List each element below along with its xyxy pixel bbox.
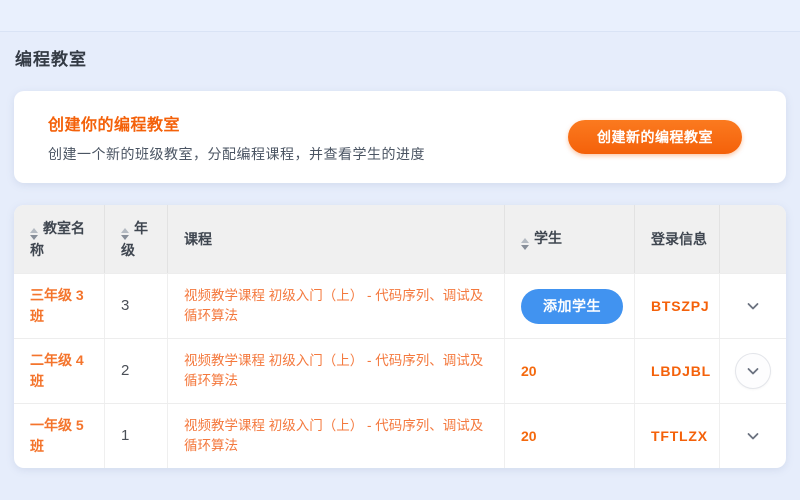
column-label: 学生 [534, 230, 562, 246]
login-code: LBDJBL [635, 339, 720, 403]
column-header-students[interactable]: 学生 [505, 205, 635, 273]
course-link[interactable]: 视频教学课程 初级入门（上） - 代码序列、调试及循环算法 [168, 404, 505, 468]
column-label: 教室名称 [30, 220, 85, 258]
column-header-classroom-name[interactable]: 教室名称 [14, 205, 105, 273]
sort-icon [121, 228, 129, 240]
students-cell: 添加学生 [505, 274, 635, 338]
column-label: 课程 [184, 231, 212, 247]
expand-row-button[interactable] [735, 353, 771, 389]
table-row: 三年级 3班 3 视频教学课程 初级入门（上） - 代码序列、调试及循环算法 添… [14, 273, 786, 338]
chevron-down-icon [745, 363, 761, 379]
course-link[interactable]: 视频教学课程 初级入门（上） - 代码序列、调试及循环算法 [168, 339, 505, 403]
sort-icon [30, 228, 38, 240]
login-code: BTSZPJ [635, 274, 720, 338]
banner-title: 创建你的编程教室 [48, 111, 425, 135]
table-row: 二年级 4班 2 视频教学课程 初级入门（上） - 代码序列、调试及循环算法 2… [14, 338, 786, 403]
top-bar [0, 0, 800, 32]
classroom-name-link[interactable]: 三年级 3班 [14, 274, 105, 338]
add-students-button[interactable]: 添加学生 [521, 289, 623, 324]
expander-cell [720, 404, 786, 468]
column-header-grade[interactable]: 年级 [105, 205, 168, 273]
course-link[interactable]: 视频教学课程 初级入门（上） - 代码序列、调试及循环算法 [168, 274, 505, 338]
table-row: 一年级 5班 1 视频教学课程 初级入门（上） - 代码序列、调试及循环算法 2… [14, 403, 786, 468]
classrooms-table: 教室名称 年级 课程 学生 登录信息 [14, 205, 786, 468]
classrooms-page: 编程教室 创建你的编程教室 创建一个新的班级教室，分配编程课程，并查看学生的进度… [0, 45, 800, 468]
classroom-name-link[interactable]: 一年级 5班 [14, 404, 105, 468]
expand-row-button[interactable] [735, 418, 771, 454]
expand-row-button[interactable] [735, 288, 771, 324]
student-count: 20 [505, 404, 635, 468]
classroom-name-link[interactable]: 二年级 4班 [14, 339, 105, 403]
student-count: 20 [505, 339, 635, 403]
table-body: 三年级 3班 3 视频教学课程 初级入门（上） - 代码序列、调试及循环算法 添… [14, 273, 786, 468]
expander-cell [720, 339, 786, 403]
chevron-down-icon [745, 428, 761, 444]
sort-icon [521, 238, 529, 250]
column-header-course: 课程 [168, 205, 505, 273]
table-header: 教室名称 年级 课程 学生 登录信息 [14, 205, 786, 273]
column-label: 登录信息 [651, 231, 707, 247]
page-title: 编程教室 [15, 45, 786, 70]
grade-value: 1 [105, 404, 168, 468]
table-header-row: 教室名称 年级 课程 学生 登录信息 [14, 205, 786, 273]
chevron-down-icon [745, 298, 761, 314]
column-header-login-info: 登录信息 [635, 205, 720, 273]
grade-value: 2 [105, 339, 168, 403]
create-classroom-banner: 创建你的编程教室 创建一个新的班级教室，分配编程课程，并查看学生的进度 创建新的… [14, 91, 786, 183]
column-header-expander [720, 205, 786, 273]
banner-subtitle: 创建一个新的班级教室，分配编程课程，并查看学生的进度 [48, 144, 425, 164]
expander-cell [720, 274, 786, 338]
login-code: TFTLZX [635, 404, 720, 468]
banner-text: 创建你的编程教室 创建一个新的班级教室，分配编程课程，并查看学生的进度 [48, 111, 425, 164]
grade-value: 3 [105, 274, 168, 338]
create-classroom-button[interactable]: 创建新的编程教室 [568, 120, 742, 154]
